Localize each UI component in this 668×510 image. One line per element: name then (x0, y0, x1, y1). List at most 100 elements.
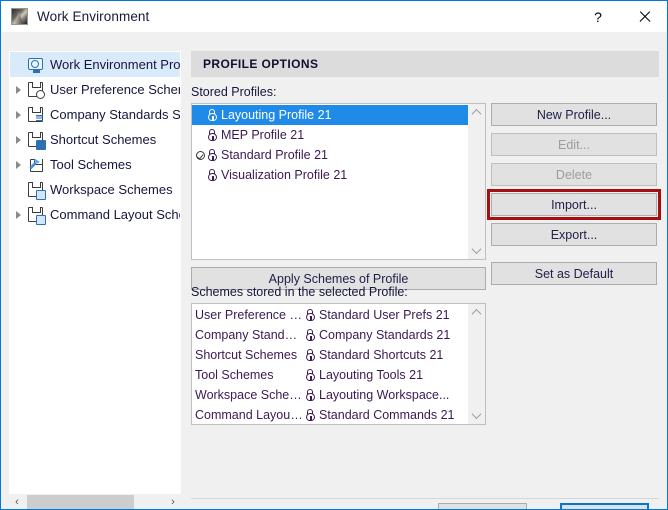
expand-arrow-icon[interactable] (10, 136, 27, 144)
sidebar-item-label: User Preference Schemes (50, 82, 181, 97)
dialog-body: Work Environment Profiles User Preferenc… (1, 32, 667, 509)
table-row[interactable]: Company Standards S... Company Standards… (192, 325, 468, 345)
scheme-value: Standard Commands 21 (319, 408, 455, 422)
lock-icon (304, 389, 316, 402)
list-item[interactable]: Layouting Profile 21 (192, 105, 468, 125)
stored-profiles-listbox[interactable]: Layouting Profile 21 MEP Profile 21 (191, 103, 486, 260)
scroll-up-arrow-icon[interactable] (468, 304, 485, 321)
table-row[interactable]: Command Layout Sch... Standard Commands … (192, 405, 468, 424)
scheme-category: Shortcut Schemes (192, 348, 304, 362)
sidebar-item-shortcut-schemes[interactable]: Shortcut Schemes (10, 127, 180, 152)
schemes-table[interactable]: User Preference Sche... Standard User Pr… (191, 303, 486, 425)
scroll-right-arrow-icon[interactable]: › (165, 494, 181, 510)
profile-name: Visualization Profile 21 (221, 168, 347, 182)
sidebar-item-work-environment-profiles[interactable]: Work Environment Profiles (10, 52, 180, 77)
sidebar-item-workspace-schemes[interactable]: Workspace Schemes (10, 177, 180, 202)
sidebar-item-label: Company Standards Schemes (50, 107, 181, 122)
list-item[interactable]: MEP Profile 21 (192, 125, 468, 145)
scheme-value-cell: Company Standards 21 (304, 328, 468, 342)
scheme-value-cell: Standard Commands 21 (304, 408, 468, 422)
schemes-vertical-scrollbar[interactable] (468, 304, 485, 424)
tree-horizontal-scrollbar[interactable]: ‹ › (9, 494, 181, 510)
table-row[interactable]: Workspace Schemes Layouting Workspace... (192, 385, 468, 405)
sidebar-item-label: Work Environment Profiles (50, 57, 181, 72)
scheme-category: User Preference Sche... (192, 308, 304, 322)
expand-arrow-icon[interactable] (10, 161, 27, 169)
list-item[interactable]: Visualization Profile 21 (192, 165, 468, 185)
sidebar-item-command-layout-schemes[interactable]: Command Layout Schemes (10, 202, 180, 227)
footer-divider (191, 498, 659, 499)
set-as-default-button[interactable]: Set as Default (491, 262, 657, 285)
scheme-value-cell: Standard Shortcuts 21 (304, 348, 468, 362)
sidebar-item-label: Shortcut Schemes (50, 132, 156, 147)
profile-name: Standard Profile 21 (221, 148, 328, 162)
lock-icon (304, 409, 316, 422)
scheme-value-cell: Standard User Prefs 21 (304, 308, 468, 322)
floppy-sliders-icon (27, 106, 45, 124)
section-title: PROFILE OPTIONS (191, 51, 659, 77)
cancel-button[interactable]: Cancel (438, 503, 527, 510)
schemes-label: Schemes stored in the selected Profile: (191, 285, 408, 299)
dialog-footer: Cancel OK (191, 503, 659, 510)
lock-icon (206, 149, 218, 162)
scheme-value-cell: Layouting Workspace... (304, 388, 468, 402)
sidebar-item-label: Workspace Schemes (50, 182, 173, 197)
list-item[interactable]: Standard Profile 21 (192, 145, 468, 165)
floppy-hammer-icon (27, 156, 45, 174)
lock-icon (304, 349, 316, 362)
table-row[interactable]: Shortcut Schemes Standard Shortcuts 21 (192, 345, 468, 365)
scheme-value: Company Standards 21 (319, 328, 450, 342)
floppy-window-icon (27, 181, 45, 199)
new-profile-button[interactable]: New Profile... (491, 103, 657, 126)
scheme-category: Tool Schemes (192, 368, 304, 382)
export-button[interactable]: Export... (491, 223, 657, 246)
default-check-icon (196, 151, 205, 160)
table-row[interactable]: User Preference Sche... Standard User Pr… (192, 305, 468, 325)
scroll-left-arrow-icon[interactable]: ‹ (9, 494, 25, 510)
question-mark-icon: ? (594, 9, 602, 25)
lock-icon (206, 169, 218, 182)
title-bar: Work Environment ? (1, 1, 667, 32)
ok-button[interactable]: OK (560, 503, 649, 510)
scrollbar-track[interactable] (25, 494, 165, 510)
lock-icon (206, 109, 218, 122)
help-button[interactable]: ? (575, 1, 621, 32)
close-button[interactable] (621, 1, 667, 32)
profile-name: MEP Profile 21 (221, 128, 304, 142)
close-icon (638, 10, 651, 23)
floppy-key-icon (27, 131, 45, 149)
profile-name: Layouting Profile 21 (221, 108, 332, 122)
delete-button: Delete (491, 163, 657, 186)
sidebar-item-company-standards-schemes[interactable]: Company Standards Schemes (10, 102, 180, 127)
schemes-table-body[interactable]: User Preference Sche... Standard User Pr… (192, 304, 468, 424)
expand-arrow-icon[interactable] (10, 111, 27, 119)
stored-profiles-label: Stored Profiles: (191, 85, 276, 99)
sidebar-item-label: Command Layout Schemes (50, 207, 181, 222)
lock-icon (206, 129, 218, 142)
scroll-down-arrow-icon[interactable] (468, 407, 485, 424)
table-row[interactable]: Tool Schemes Layouting Tools 21 (192, 365, 468, 385)
window-title: Work Environment (37, 9, 149, 24)
lock-icon (304, 329, 316, 342)
edit-button: Edit... (491, 133, 657, 156)
import-button[interactable]: Import... (491, 193, 657, 216)
profile-options-panel: PROFILE OPTIONS Stored Profiles: Layouti… (191, 51, 659, 476)
sidebar-item-tool-schemes[interactable]: Tool Schemes (10, 152, 180, 177)
stored-profiles-list[interactable]: Layouting Profile 21 MEP Profile 21 (192, 104, 468, 259)
sidebar-item-user-preference-schemes[interactable]: User Preference Schemes (10, 77, 180, 102)
expand-arrow-icon[interactable] (10, 86, 27, 94)
stored-profiles-vertical-scrollbar[interactable] (468, 104, 485, 259)
scrollbar-thumb[interactable] (27, 495, 134, 509)
expand-arrow-icon[interactable] (10, 211, 27, 219)
lock-icon (304, 309, 316, 322)
scroll-down-arrow-icon[interactable] (468, 242, 485, 259)
lock-icon (304, 369, 316, 382)
scheme-value-cell: Layouting Tools 21 (304, 368, 468, 382)
scroll-up-arrow-icon[interactable] (468, 104, 485, 121)
floppy-person-icon (27, 81, 45, 99)
settings-tree[interactable]: Work Environment Profiles User Preferenc… (9, 51, 181, 494)
default-marker-slot (194, 151, 206, 160)
monitor-gear-icon (27, 56, 45, 74)
scheme-category: Command Layout Sch... (192, 408, 304, 422)
scheme-category: Company Standards S... (192, 328, 304, 342)
